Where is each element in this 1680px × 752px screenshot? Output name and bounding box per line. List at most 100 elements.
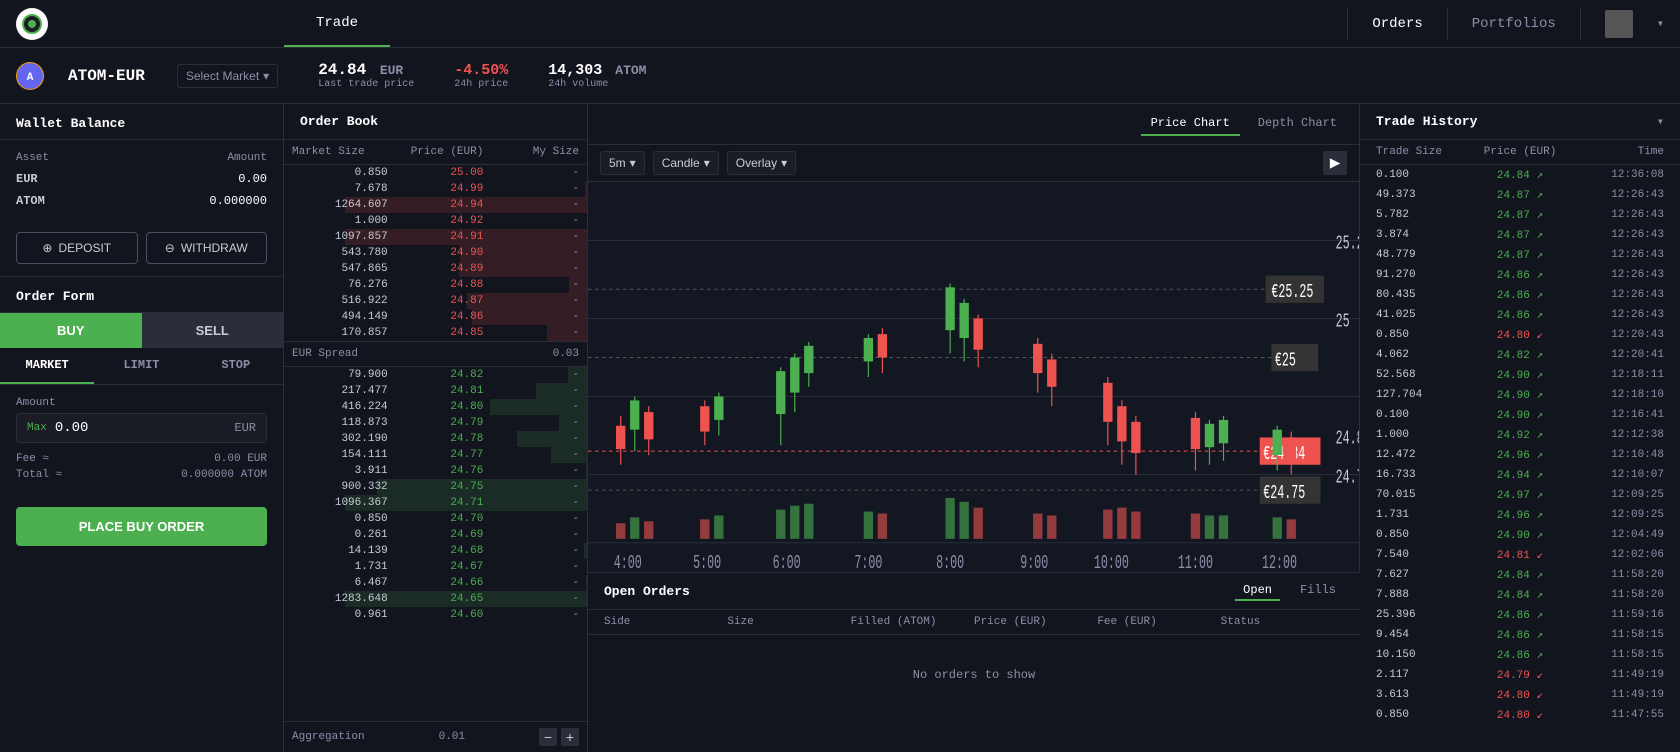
th-chevron-icon[interactable]: ▾	[1657, 114, 1664, 129]
dropdown-arrow-icon[interactable]: ▾	[1657, 16, 1664, 31]
trade-history-panel: Trade History ▾ Trade Size Price (EUR) T…	[1360, 104, 1680, 752]
last-price-group: 24.84 EUR Last trade price	[318, 61, 414, 90]
svg-text:€24.84: €24.84	[1263, 443, 1305, 465]
nav-tab-trade[interactable]: Trade	[284, 0, 390, 47]
ob-sell-row[interactable]: 543.780 24.90 -	[284, 245, 587, 261]
svg-text:24.84: 24.84	[1336, 428, 1359, 450]
ob-buy-row[interactable]: 3.911 24.76 -	[284, 463, 587, 479]
ob-sell-row[interactable]: 0.850 25.00 -	[284, 165, 587, 181]
ob-buy-row[interactable]: 1.731 24.67 -	[284, 559, 587, 575]
trade-history-row: 2.117 24.79 ↙ 11:49:19	[1360, 665, 1680, 685]
trade-history-row: 7.540 24.81 ↙ 12:02:06	[1360, 545, 1680, 565]
ob-buy-row[interactable]: 416.224 24.80 -	[284, 399, 587, 415]
ob-buy-row[interactable]: 118.873 24.79 -	[284, 415, 587, 431]
main-layout: Wallet Balance Asset Amount EUR 0.00 ATO…	[0, 104, 1680, 752]
tab-price-chart[interactable]: Price Chart	[1141, 112, 1240, 136]
amount-input-row[interactable]: Max EUR	[16, 413, 267, 443]
agg-minus-button[interactable]: −	[539, 728, 557, 746]
ob-buy-row[interactable]: 79.900 24.82 -	[284, 367, 587, 383]
ob-buy-row[interactable]: 1096.367 24.71 -	[284, 495, 587, 511]
chevron-down-icon4: ▾	[781, 156, 787, 170]
ob-buy-row[interactable]: 900.332 24.75 -	[284, 479, 587, 495]
trade-history-row: 0.100 24.90 ↗ 12:16:41	[1360, 405, 1680, 425]
pair-name: ATOM-EUR	[68, 67, 145, 85]
ob-buy-row[interactable]: 6.467 24.66 -	[284, 575, 587, 591]
ob-buy-row[interactable]: 154.111 24.77 -	[284, 447, 587, 463]
trade-history-row: 25.396 24.86 ↗ 11:59:16	[1360, 605, 1680, 625]
trade-history-row: 7.627 24.84 ↗ 11:58:20	[1360, 565, 1680, 585]
nav-divider3	[1580, 8, 1581, 40]
top-nav: Trade Orders Portfolios ▾	[0, 0, 1680, 48]
oo-header: Open Orders Open Fills	[588, 573, 1360, 610]
svg-text:9:00: 9:00	[1020, 552, 1048, 572]
ob-sell-row[interactable]: 1097.857 24.91 -	[284, 229, 587, 245]
price-chart-svg: 25.25 25 24.84 24.75 €25.25 €25 €24.84	[588, 182, 1359, 572]
chart-header: Price Chart Depth Chart	[588, 104, 1359, 145]
tab-market[interactable]: MARKET	[0, 348, 94, 384]
ob-buy-row[interactable]: 0.261 24.69 -	[284, 527, 587, 543]
chart-area: 25.25 25 24.84 24.75 €25.25 €25 €24.84	[588, 182, 1359, 572]
ob-buy-row[interactable]: 14.139 24.68 -	[284, 543, 587, 559]
trade-history-row: 3.613 24.80 ↙ 11:49:19	[1360, 685, 1680, 705]
svg-text:€25: €25	[1275, 350, 1296, 372]
trade-history-row: 10.150 24.86 ↗ 11:58:15	[1360, 645, 1680, 665]
timeframe-dropdown[interactable]: 5m ▾	[600, 151, 645, 175]
price-change-group: -4.50% 24h price	[454, 62, 508, 90]
trade-history-row: 3.874 24.87 ↗ 12:26:43	[1360, 225, 1680, 245]
ob-sell-row[interactable]: 1264.607 24.94 -	[284, 197, 587, 213]
tab-depth-chart[interactable]: Depth Chart	[1248, 112, 1347, 136]
app-logo[interactable]	[16, 8, 48, 40]
svg-text:25.25: 25.25	[1336, 233, 1359, 255]
center-panel: Price Chart Depth Chart 5m ▾ Candle ▾ Ov…	[588, 104, 1360, 752]
ob-buy-row[interactable]: 217.477 24.81 -	[284, 383, 587, 399]
chevron-down-icon3: ▾	[704, 156, 710, 170]
deposit-button[interactable]: ⊕ DEPOSIT	[16, 232, 138, 264]
volume-label: 24h volume	[548, 79, 646, 90]
ob-buy-row[interactable]: 302.190 24.78 -	[284, 431, 587, 447]
ob-buy-row[interactable]: 1283.648 24.65 -	[284, 591, 587, 607]
user-avatar[interactable]	[1605, 10, 1633, 38]
ob-sell-row[interactable]: 494.149 24.86 -	[284, 309, 587, 325]
trade-history-row: 7.888 24.84 ↗ 11:58:20	[1360, 585, 1680, 605]
ob-buy-row[interactable]: 0.850 24.70 -	[284, 511, 587, 527]
max-link[interactable]: Max	[27, 422, 47, 434]
svg-text:5:00: 5:00	[693, 552, 721, 572]
svg-text:4:00: 4:00	[614, 552, 642, 572]
left-sidebar: Wallet Balance Asset Amount EUR 0.00 ATO…	[0, 104, 284, 752]
tab-open[interactable]: Open	[1235, 581, 1280, 601]
place-order-button[interactable]: PLACE BUY ORDER	[16, 507, 267, 546]
ob-sell-row[interactable]: 516.922 24.87 -	[284, 293, 587, 309]
nav-tabs: Trade	[284, 0, 390, 47]
fee-row: Fee ≈ 0.00 EUR	[16, 451, 267, 467]
oo-empty: No orders to show	[588, 635, 1360, 715]
wallet-table: Asset Amount EUR 0.00 ATOM 0.000000	[0, 140, 283, 220]
open-orders-title: Open Orders	[604, 584, 1223, 599]
trade-history-rows: 0.100 24.84 ↗ 12:36:08 49.373 24.87 ↗ 12…	[1360, 165, 1680, 752]
sell-orders: 0.850 25.00 - 7.678 24.99 - 1264.607 24.…	[284, 165, 587, 341]
ob-sell-row[interactable]: 76.276 24.88 -	[284, 277, 587, 293]
pair-icon: A	[16, 62, 44, 90]
agg-plus-button[interactable]: +	[561, 728, 579, 746]
ob-sell-row[interactable]: 1.000 24.92 -	[284, 213, 587, 229]
ob-buy-row[interactable]: 0.961 24.60 -	[284, 607, 587, 623]
minus-circle-icon: ⊖	[165, 241, 175, 255]
amount-input[interactable]	[55, 420, 235, 436]
sell-button[interactable]: SELL	[142, 313, 284, 348]
chart-play-button[interactable]: ▶	[1323, 151, 1347, 175]
volume-group: 14,303 ATOM 24h volume	[548, 62, 646, 90]
select-market-button[interactable]: Select Market ▾	[177, 64, 278, 88]
trade-history-row: 0.100 24.84 ↗ 12:36:08	[1360, 165, 1680, 185]
tab-limit[interactable]: LIMIT	[94, 348, 188, 384]
ob-sell-row[interactable]: 547.865 24.89 -	[284, 261, 587, 277]
ob-sell-row[interactable]: 7.678 24.99 -	[284, 181, 587, 197]
logo-area	[0, 8, 284, 40]
tab-fills[interactable]: Fills	[1292, 581, 1344, 601]
ob-sell-row[interactable]: 170.857 24.85 -	[284, 325, 587, 341]
tab-stop[interactable]: STOP	[189, 348, 283, 384]
withdraw-button[interactable]: ⊖ WITHDRAW	[146, 232, 268, 264]
nav-portfolios[interactable]: Portfolios	[1472, 16, 1556, 32]
overlay-dropdown[interactable]: Overlay ▾	[727, 151, 796, 175]
candle-dropdown[interactable]: Candle ▾	[653, 151, 719, 175]
nav-orders[interactable]: Orders	[1372, 16, 1422, 32]
buy-button[interactable]: BUY	[0, 313, 142, 348]
